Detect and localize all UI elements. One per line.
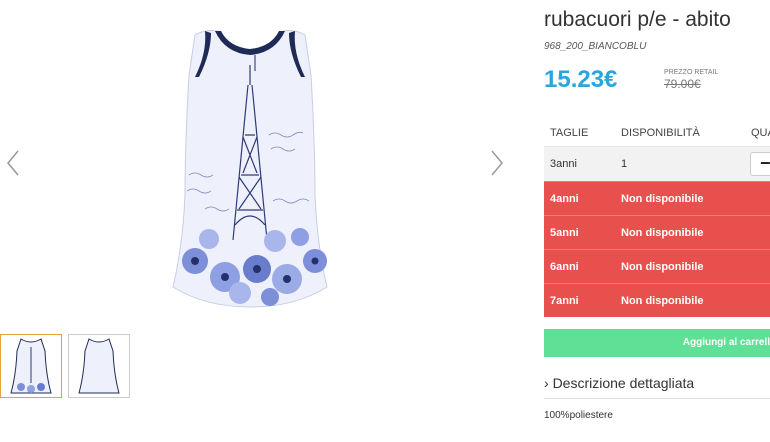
header-quantity: QUA: [751, 127, 770, 139]
add-to-cart-button[interactable]: Aggiungi al carrell: [544, 329, 770, 357]
size-table-header: TAGLIE DISPONIBILITÀ QUA: [544, 119, 770, 147]
size-label: 5anni: [550, 227, 579, 239]
thumbnail-front-image: [10, 338, 52, 394]
product-title: rubacuori p/e - abito: [544, 8, 731, 31]
availability-value: Non disponibile: [621, 227, 704, 239]
chevron-right-icon: ›: [544, 375, 549, 391]
retail-price-label: PREZZO RETAIL: [664, 69, 719, 76]
size-row-6anni: 6anni Non disponibile: [544, 249, 770, 283]
chevron-left-icon[interactable]: [2, 145, 26, 181]
size-table: TAGLIE DISPONIBILITÀ QUA 3anni 1 − 4anni…: [544, 119, 770, 317]
size-label: 7anni: [550, 295, 579, 307]
header-size: TAGLIE: [550, 127, 589, 139]
product-sku: 968_200_BIANCOBLU: [544, 41, 647, 52]
size-row-4anni: 4anni Non disponibile: [544, 181, 770, 215]
availability-value: 1: [621, 158, 628, 170]
availability-value: Non disponibile: [621, 261, 704, 273]
product-price: 15.23€: [544, 66, 618, 93]
description-toggle[interactable]: › Descrizione dettagliata: [544, 375, 694, 391]
size-label: 4anni: [550, 193, 579, 205]
size-row-7anni: 7anni Non disponibile: [544, 283, 770, 317]
product-gallery: [0, 0, 520, 442]
size-label: 6anni: [550, 261, 579, 273]
header-availability: DISPONIBILITÀ: [621, 127, 700, 139]
product-main-image[interactable]: [165, 25, 335, 310]
availability-value: Non disponibile: [621, 295, 704, 307]
chevron-right-icon[interactable]: [484, 145, 508, 181]
description-text: 100%poliestere: [544, 410, 613, 421]
size-label: 3anni: [550, 158, 577, 170]
thumbnail-back[interactable]: [68, 334, 130, 398]
availability-value: Non disponibile: [621, 193, 704, 205]
quantity-decrease-button[interactable]: −: [750, 152, 770, 176]
description-toggle-label: Descrizione dettagliata: [552, 375, 695, 391]
retail-price: 79.00€: [664, 77, 701, 91]
thumbnail-back-image: [78, 338, 120, 394]
thumbnail-front[interactable]: [0, 334, 62, 398]
size-row-5anni: 5anni Non disponibile: [544, 215, 770, 249]
divider: [544, 398, 770, 399]
size-row-3anni: 3anni 1 −: [544, 147, 770, 181]
